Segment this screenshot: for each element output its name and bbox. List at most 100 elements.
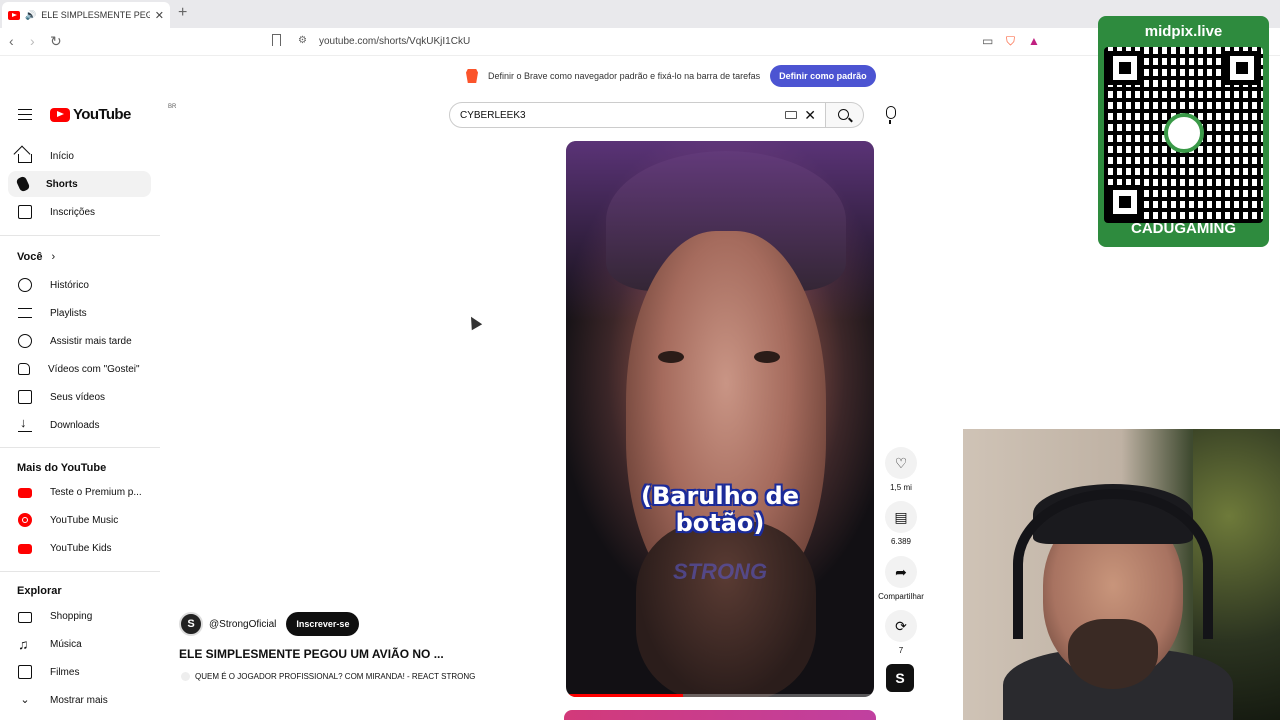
keyboard-icon[interactable] bbox=[785, 111, 797, 119]
sidebar-item-premium[interactable]: Teste o Premium p... bbox=[8, 479, 151, 505]
sidebar-item-music[interactable]: YouTube Music bbox=[8, 507, 151, 533]
comment-icon[interactable]: ▤ bbox=[885, 501, 917, 533]
set-default-button[interactable]: Definir como padrão bbox=[770, 65, 876, 87]
sidebar-item-label: Shopping bbox=[50, 610, 93, 622]
remix-icon[interactable]: ⟳ bbox=[885, 610, 917, 642]
clear-search-icon[interactable]: ✕ bbox=[804, 107, 816, 124]
sidebar-divider bbox=[0, 235, 160, 236]
short-video-player[interactable]: (Barulho de botão) STRONG bbox=[566, 141, 874, 697]
subscriptions-icon bbox=[18, 205, 32, 219]
search-input[interactable]: CYBERLEEK3 ✕ bbox=[449, 102, 826, 128]
close-tab-icon[interactable]: ✕ bbox=[155, 9, 164, 22]
comment-action[interactable]: ▤ 6.389 bbox=[876, 501, 926, 546]
more-from-youtube-heading: Mais do YouTube bbox=[17, 462, 107, 474]
sidebar-item-films[interactable]: Filmes bbox=[8, 659, 151, 685]
youtube-play-icon bbox=[50, 107, 70, 122]
video-progress-bar[interactable] bbox=[566, 694, 874, 697]
sidebar-item-label: Filmes bbox=[50, 666, 80, 678]
qr-finder bbox=[1225, 51, 1259, 85]
new-tab-icon[interactable]: + bbox=[178, 4, 187, 22]
forward-icon[interactable]: › bbox=[30, 33, 35, 49]
related-video-title: QUEM É O JOGADOR PROFISSIONAL? COM MIRAN… bbox=[195, 672, 476, 681]
back-icon[interactable]: ‹ bbox=[9, 33, 14, 49]
sidebar-item-playlists[interactable]: Playlists bbox=[8, 300, 151, 326]
brave-lion-icon bbox=[466, 69, 478, 83]
sidebar-item-show-more[interactable]: ⌄ Mostrar mais bbox=[8, 687, 151, 713]
qr-finder bbox=[1108, 185, 1142, 219]
channel-name[interactable]: @StrongOficial bbox=[209, 619, 276, 630]
tab-title: ELE SIMPLESMENTE PEGOU UM AVIÃO NO ... bbox=[41, 10, 150, 20]
sidebar-item-subscriptions[interactable]: Inscrições bbox=[8, 199, 151, 225]
audio-icon[interactable]: 🔊 bbox=[25, 10, 36, 21]
shorts-icon bbox=[15, 175, 31, 193]
sidebar-item-label: YouTube Kids bbox=[50, 542, 112, 554]
remix-count: 7 bbox=[898, 646, 904, 655]
shopping-icon bbox=[18, 612, 32, 623]
share-icon[interactable]: ➦ bbox=[885, 556, 917, 588]
sidebar-item-label: Início bbox=[50, 150, 74, 162]
sidebar-item-shopping[interactable]: Shopping bbox=[8, 603, 151, 629]
chevron-right-icon: › bbox=[51, 251, 56, 263]
mouse-cursor-icon bbox=[465, 313, 483, 331]
sidebar-item-liked[interactable]: Vídeos com "Gostei" bbox=[8, 356, 151, 382]
video-title[interactable]: ELE SIMPLESMENTE PEGOU UM AVIÃO NO ... bbox=[179, 647, 444, 661]
sidebar-item-label: Downloads bbox=[50, 419, 100, 431]
share-action[interactable]: ➦ Compartilhar bbox=[876, 556, 926, 601]
next-short-preview[interactable] bbox=[564, 710, 876, 720]
music-icon bbox=[18, 513, 32, 527]
subscribe-button[interactable]: Inscrever-se bbox=[286, 612, 360, 636]
heart-icon[interactable]: ♡ bbox=[885, 447, 917, 479]
search-icon bbox=[838, 109, 849, 120]
related-video-link[interactable]: QUEM É O JOGADOR PROFISSIONAL? COM MIRAN… bbox=[181, 672, 475, 681]
sidebar-item-label: Música bbox=[50, 638, 82, 650]
browser-toolbar: ‹ › ↻ ⚙ youtube.com/shorts/VqkUKjI1CkU ▭… bbox=[0, 28, 1280, 56]
address-bar[interactable]: youtube.com/shorts/VqkUKjI1CkU bbox=[319, 36, 470, 47]
home-icon bbox=[18, 153, 32, 163]
you-heading[interactable]: Você › bbox=[17, 251, 55, 263]
kids-icon bbox=[18, 544, 32, 554]
sidebar-item-label: Teste o Premium p... bbox=[50, 486, 142, 498]
video-caption: (Barulho de botão) bbox=[641, 482, 799, 537]
sidebar-item-downloads[interactable]: Downloads bbox=[8, 412, 151, 438]
default-browser-banner: Definir o Brave como navegador padrão e … bbox=[466, 65, 876, 87]
channel-avatar[interactable]: S bbox=[179, 612, 203, 636]
sidebar-item-label: Assistir mais tarde bbox=[50, 335, 132, 347]
qr-site: midpix.live bbox=[1144, 23, 1223, 40]
youtube-favicon-icon bbox=[8, 10, 20, 20]
sidebar-item-history[interactable]: Histórico bbox=[8, 272, 151, 298]
your-videos-icon bbox=[18, 390, 32, 404]
liked-icon bbox=[18, 363, 30, 375]
video-watermark: STRONG bbox=[672, 559, 768, 584]
sidebar-item-label: Shorts bbox=[46, 178, 78, 190]
remix-action[interactable]: ⟳ 7 bbox=[876, 610, 926, 655]
search-button[interactable] bbox=[826, 102, 864, 128]
like-action[interactable]: ♡ 1,5 mi bbox=[876, 447, 926, 492]
sidebar-item-music-explore[interactable]: ♫ Música bbox=[8, 631, 151, 657]
sidebar-item-watch-later[interactable]: Assistir mais tarde bbox=[8, 328, 151, 354]
sidebar-item-kids[interactable]: YouTube Kids bbox=[8, 535, 151, 561]
youtube-logo[interactable]: YouTube BR bbox=[50, 104, 176, 123]
channel-avatar-icon[interactable]: S bbox=[886, 664, 914, 692]
donation-qr-card: midpix.live CADUGAMING bbox=[1098, 16, 1269, 247]
video-frame-beard bbox=[636, 521, 816, 697]
microphone-icon[interactable] bbox=[886, 106, 896, 124]
bookmark-icon[interactable] bbox=[272, 34, 281, 46]
brave-rewards-icon[interactable]: ▲ bbox=[1028, 34, 1040, 48]
browser-tab[interactable]: 🔊 ELE SIMPLESMENTE PEGOU UM AVIÃO NO ...… bbox=[2, 2, 170, 28]
film-icon bbox=[18, 665, 32, 679]
sidebar-item-home[interactable]: Início bbox=[8, 143, 151, 169]
tab-strip: 🔊 ELE SIMPLESMENTE PEGOU UM AVIÃO NO ...… bbox=[0, 0, 1280, 28]
reload-icon[interactable]: ↻ bbox=[50, 33, 62, 50]
streamer-name: CADUGAMING bbox=[1131, 220, 1236, 237]
sidebar-item-shorts[interactable]: Shorts bbox=[8, 171, 151, 197]
video-frame-eye bbox=[754, 351, 780, 363]
channel-row: S @StrongOficial Inscrever-se bbox=[179, 612, 360, 636]
cast-icon[interactable]: ▭ bbox=[982, 34, 993, 48]
sidebar-item-your-videos[interactable]: Seus vídeos bbox=[8, 384, 151, 410]
brave-shields-icon[interactable]: ⛉ bbox=[1006, 34, 1015, 49]
video-progress-fill bbox=[566, 694, 684, 697]
menu-icon[interactable] bbox=[18, 109, 32, 120]
sidebar-item-label: YouTube Music bbox=[50, 514, 119, 526]
site-settings-icon[interactable]: ⚙ bbox=[298, 35, 307, 46]
country-code: BR bbox=[168, 104, 177, 110]
